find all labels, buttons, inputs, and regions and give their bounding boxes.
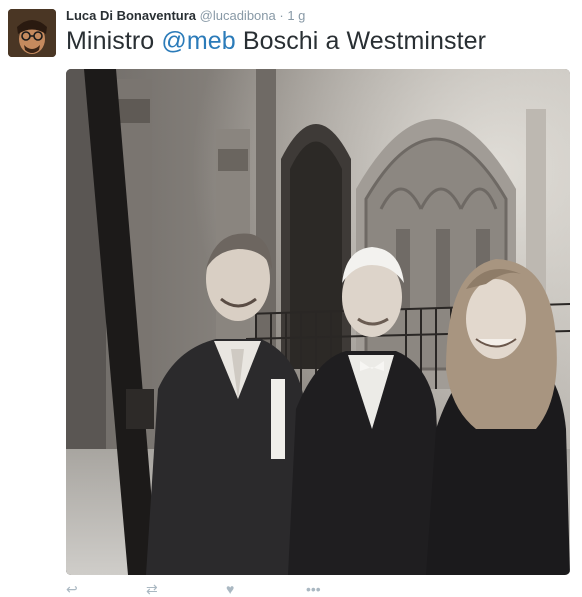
separator: · [279,8,284,23]
tweet-header: Luca Di Bonaventura @lucadibona · 1 g [66,8,305,23]
author-name[interactable]: Luca Di Bonaventura [66,8,196,23]
tweet-text: Ministro @meb Boschi a Westminster [66,27,486,56]
tweet-timestamp[interactable]: 1 g [287,8,305,23]
tweet-text-prefix: Ministro [66,27,162,55]
photo-image [66,69,570,575]
avatar-image [8,9,56,57]
tweet-photo[interactable] [66,69,570,575]
retweet-icon: ⇄ [146,581,158,597]
reply-icon: ↩ [66,581,78,597]
reply-button[interactable]: ↩ [66,581,78,597]
more-icon: ••• [306,581,321,597]
retweet-button[interactable]: ⇄ [146,581,158,597]
heart-icon: ♥ [226,581,235,597]
more-button[interactable]: ••• [306,581,321,597]
mention-link[interactable]: @meb [161,27,235,55]
tweet-actions: ↩ ⇄ ♥ ••• [66,581,346,597]
tweet-text-suffix: Boschi a Westminster [235,27,487,55]
like-button[interactable]: ♥ [226,581,235,597]
avatar[interactable] [8,9,56,57]
author-handle[interactable]: @lucadibona [200,8,276,23]
